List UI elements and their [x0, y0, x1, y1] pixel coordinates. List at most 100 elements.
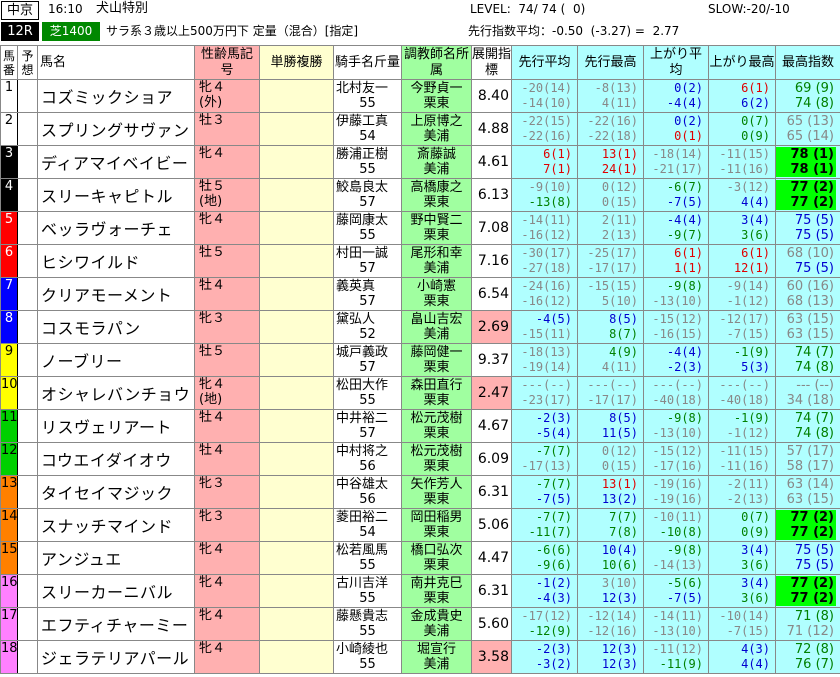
trainer-affiliation: 栗東	[423, 591, 450, 606]
yoso-cell[interactable]	[17, 277, 38, 311]
jockey-cell[interactable]: 黛弘人 52	[333, 310, 402, 344]
agari-max-latest: 3(4)	[741, 576, 770, 590]
yoso-cell[interactable]	[17, 508, 38, 542]
horse-name[interactable]: エフティチャーミー	[37, 607, 195, 641]
trainer-cell[interactable]: 松元茂樹 栗東	[401, 442, 472, 476]
horse-name[interactable]: コウエイダイオウ	[37, 442, 195, 476]
yoso-cell[interactable]	[17, 541, 38, 575]
trainer-cell[interactable]: 尾形和幸 美浦	[401, 244, 472, 278]
yoso-cell[interactable]	[17, 409, 38, 443]
yoso-cell[interactable]	[17, 79, 38, 113]
yoso-cell[interactable]	[17, 112, 38, 146]
agari-max-latest: ---(--)	[719, 378, 770, 392]
jockey-cell[interactable]: 村田一誠 57	[333, 244, 402, 278]
trainer-cell[interactable]: 今野貞一 栗東	[401, 79, 472, 113]
col-senko-max: 先行最高	[577, 45, 644, 80]
jockey-cell[interactable]: 古川吉洋 55	[333, 574, 402, 608]
yoso-cell[interactable]	[17, 310, 38, 344]
horse-name[interactable]: オシャレバンチョウ	[37, 376, 195, 410]
trainer-cell[interactable]: 森田直行 栗東	[401, 376, 472, 410]
sex-age-cell: 牝４ (外)	[194, 79, 260, 113]
horse-name[interactable]: タイセイマジック	[37, 475, 195, 509]
trainer-cell[interactable]: 岡田稲男 栗東	[401, 508, 472, 542]
horse-name[interactable]: クリアモーメント	[37, 277, 195, 311]
trainer-cell[interactable]: 金成貴史 美浦	[401, 607, 472, 641]
agari-avg-cell: -18(14) -21(17)	[643, 145, 709, 179]
agari-avg-overall: -14(13)	[652, 558, 703, 572]
odds-cell	[259, 244, 334, 278]
senko-avg-cell: -2(3) -3(2)	[511, 640, 578, 674]
trainer-name: 矢作芳人	[410, 477, 463, 492]
jockey-cell[interactable]: 藤岡康太 55	[333, 211, 402, 245]
best-overall: 75 (5)	[794, 228, 834, 243]
sex-age: 牝３	[199, 476, 226, 492]
yoso-cell[interactable]	[17, 145, 38, 179]
yoso-cell[interactable]	[17, 442, 38, 476]
jockey-cell[interactable]: 伊藤工真 54	[333, 112, 402, 146]
yoso-cell[interactable]	[17, 244, 38, 278]
horse-name[interactable]: スプリングサヴァン	[37, 112, 195, 146]
horse-name[interactable]: スリーカーニバル	[37, 574, 195, 608]
yoso-cell[interactable]	[17, 640, 38, 674]
sex-age: 牝４	[199, 146, 226, 162]
odds-cell	[259, 409, 334, 443]
agari-avg-latest: -4(4)	[666, 345, 703, 359]
jockey-cell[interactable]: 中村将之 56	[333, 442, 402, 476]
trainer-cell[interactable]: 矢作芳人 栗東	[401, 475, 472, 509]
trainer-cell[interactable]: 南井克巳 栗東	[401, 574, 472, 608]
horse-name[interactable]: アンジュエ	[37, 541, 195, 575]
best-overall: 68 (13)	[786, 294, 834, 309]
jockey-cell[interactable]: 菱田裕二 54	[333, 508, 402, 542]
jockey-cell[interactable]: 松田大作 55	[333, 376, 402, 410]
horse-name[interactable]: コズミックショア	[37, 79, 195, 113]
trainer-cell[interactable]: 畠山吉宏 美浦	[401, 310, 472, 344]
yoso-cell[interactable]	[17, 211, 38, 245]
horse-name[interactable]: ジェラテリアパール	[37, 640, 195, 674]
senko-avg-overall: -16(12)	[521, 294, 572, 308]
jockey-cell[interactable]: 松若風馬 55	[333, 541, 402, 575]
jockey-cell[interactable]: 城戸義政 57	[333, 343, 402, 377]
jockey-cell[interactable]: 鮫島良太 57	[333, 178, 402, 212]
trainer-cell[interactable]: 堀宣行 美浦	[401, 640, 472, 674]
senko-avg-latest: -4(5)	[535, 312, 572, 326]
sex-age-cell: 牡５	[194, 343, 260, 377]
trainer-cell[interactable]: 上原博之 美浦	[401, 112, 472, 146]
jockey-name: 中井裕二	[336, 411, 389, 426]
yoso-cell[interactable]	[17, 574, 38, 608]
yoso-cell[interactable]	[17, 178, 38, 212]
trainer-cell[interactable]: 高橋康之 栗東	[401, 178, 472, 212]
yoso-cell[interactable]	[17, 343, 38, 377]
trainer-cell[interactable]: 小崎憲 栗東	[401, 277, 472, 311]
senko-avg-latest: -14(11)	[521, 213, 572, 227]
agari-max-latest: 6(1)	[741, 246, 770, 260]
jockey-cell[interactable]: 中谷雄太 56	[333, 475, 402, 509]
horse-name[interactable]: リスヴェリアート	[37, 409, 195, 443]
yoso-cell[interactable]	[17, 475, 38, 509]
jockey-name: 松田大作	[336, 378, 389, 393]
sex-age-cell: 牡４	[194, 409, 260, 443]
trainer-cell[interactable]: 野中賢二 栗東	[401, 211, 472, 245]
yoso-cell[interactable]	[17, 376, 38, 410]
agari-avg-cell: -4(4) -9(7)	[643, 211, 709, 245]
col-agari-max: 上がり最高	[708, 45, 776, 80]
trainer-cell[interactable]: 斎藤誠 美浦	[401, 145, 472, 179]
horse-name[interactable]: コスモラパン	[37, 310, 195, 344]
horse-name[interactable]: ノーブリー	[37, 343, 195, 377]
horse-name[interactable]: スナッチマインド	[37, 508, 195, 542]
trainer-cell[interactable]: 松元茂樹 栗東	[401, 409, 472, 443]
jockey-cell[interactable]: 中井裕二 57	[333, 409, 402, 443]
jockey-cell[interactable]: 藤懸貴志 55	[333, 607, 402, 641]
trainer-cell[interactable]: 橋口弘次 栗東	[401, 541, 472, 575]
trainer-cell[interactable]: 藤岡健一 栗東	[401, 343, 472, 377]
horse-number: 3	[0, 145, 18, 179]
horse-name[interactable]: ベッラヴォーチェ	[37, 211, 195, 245]
jockey-cell[interactable]: 勝浦正樹 55	[333, 145, 402, 179]
jockey-cell[interactable]: 北村友一 55	[333, 79, 402, 113]
horse-name[interactable]: ディアマイベイビー	[37, 145, 195, 179]
yoso-cell[interactable]	[17, 607, 38, 641]
jockey-cell[interactable]: 小崎綾也 55	[333, 640, 402, 674]
horse-name[interactable]: ヒシワイルド	[37, 244, 195, 278]
agari-avg-cell: -4(4) -2(3)	[643, 343, 709, 377]
jockey-cell[interactable]: 義英真 57	[333, 277, 402, 311]
horse-name[interactable]: スリーキャピトル	[37, 178, 195, 212]
